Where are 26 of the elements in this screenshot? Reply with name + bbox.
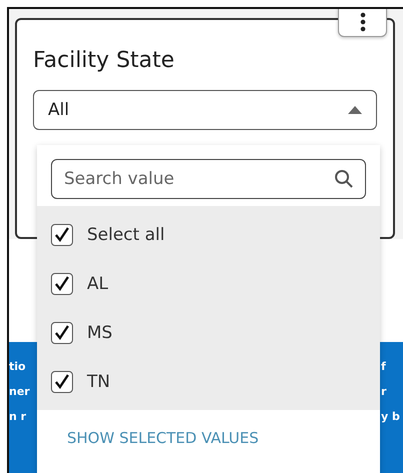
option-label: MS <box>87 322 112 342</box>
option-item[interactable]: MS <box>37 308 380 357</box>
checkbox-checked[interactable] <box>51 224 73 246</box>
filter-title: Facility State <box>33 48 176 73</box>
checkbox-checked[interactable] <box>51 322 73 344</box>
banner-text: f <box>381 360 387 373</box>
option-label: TN <box>87 372 110 392</box>
option-item[interactable]: TN <box>37 357 380 406</box>
state-select[interactable]: All <box>33 90 377 130</box>
banner-text: tio <box>9 360 27 373</box>
checkbox-checked[interactable] <box>51 370 73 392</box>
banner-text: ner <box>9 385 31 398</box>
caret-up-icon <box>348 106 362 114</box>
more-options-button[interactable] <box>338 9 387 37</box>
banner-text: y b <box>381 410 401 423</box>
option-item[interactable]: AL <box>37 259 380 308</box>
more-options-icon <box>360 12 366 32</box>
banner-text: r <box>381 385 388 398</box>
option-label: Select all <box>87 224 165 244</box>
option-item[interactable]: Select all <box>37 210 380 259</box>
checkbox-checked[interactable] <box>51 272 73 294</box>
search-field[interactable]: Search value <box>51 159 366 199</box>
show-selected-link[interactable]: SHOW SELECTED VALUES <box>67 429 259 447</box>
banner-text: n r <box>9 410 28 423</box>
option-label: AL <box>87 274 108 294</box>
search-icon <box>334 169 354 189</box>
